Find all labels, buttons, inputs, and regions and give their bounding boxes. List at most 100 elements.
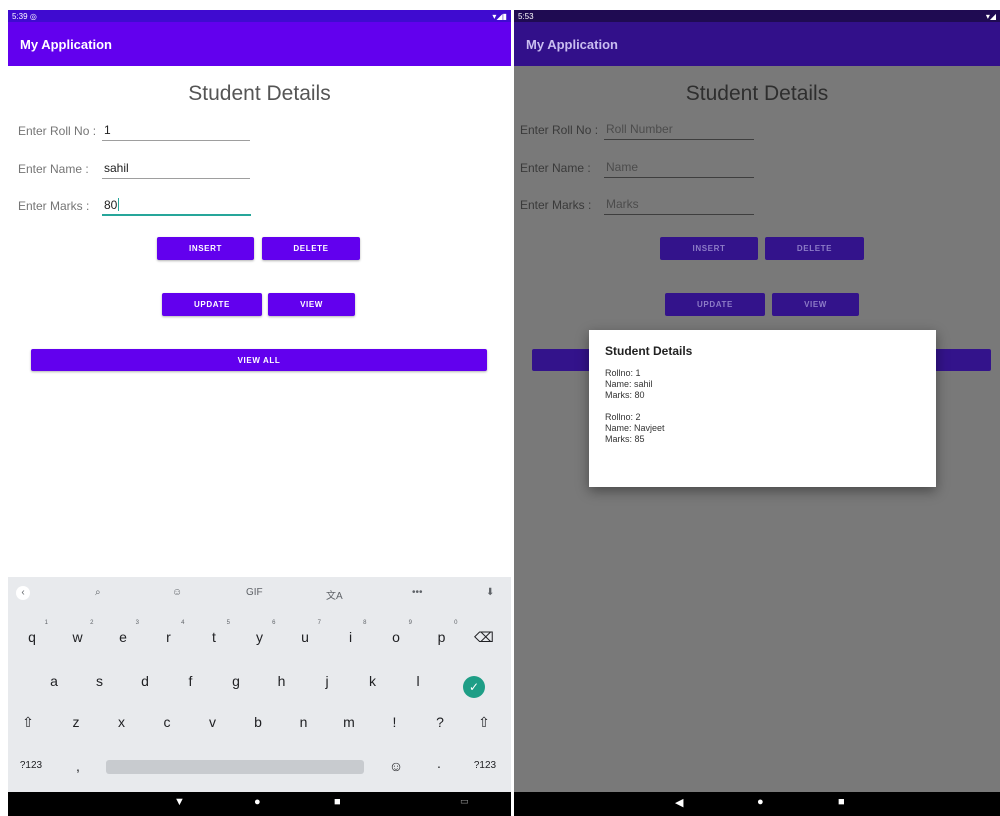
key-1-4[interactable]: g — [226, 673, 246, 689]
home-icon[interactable]: ● — [757, 796, 764, 808]
name-input[interactable]: Name — [604, 158, 754, 178]
key-hint: 3 — [135, 620, 139, 626]
key-1-2[interactable]: d — [135, 673, 155, 689]
roll-input[interactable]: 1 — [102, 121, 250, 141]
app-title: My Application — [526, 36, 618, 52]
key-2-6[interactable]: m — [339, 714, 359, 730]
shift-icon-right[interactable]: ⇧ — [474, 714, 494, 731]
key-2-8[interactable]: ? — [430, 714, 450, 730]
backspace-icon[interactable]: ⌫ — [474, 629, 494, 646]
dialog-title: Student Details — [605, 344, 693, 358]
view-button[interactable]: VIEW — [772, 293, 859, 316]
key-2-7[interactable]: ! — [385, 714, 405, 730]
insert-button[interactable]: INSERT — [157, 237, 254, 260]
recents-icon[interactable]: ■ — [838, 796, 845, 808]
key-1-1[interactable]: s — [90, 673, 110, 689]
key-label: t — [212, 629, 216, 645]
key-label: o — [392, 629, 400, 645]
translate-icon[interactable]: 文A — [326, 587, 343, 602]
roll-input[interactable]: Roll Number — [604, 120, 754, 140]
view-all-button[interactable]: VIEW ALL — [31, 349, 487, 371]
key-hint: 7 — [317, 620, 321, 626]
key-label: l — [416, 673, 420, 689]
key-0-1[interactable]: w2 — [68, 620, 93, 645]
app-title: My Application — [20, 36, 112, 52]
gif-button[interactable]: GIF — [246, 587, 263, 598]
enter-check-icon[interactable]: ✓ — [463, 676, 485, 698]
key-0-0[interactable]: q1 — [22, 620, 48, 645]
delete-button[interactable]: DELETE — [765, 237, 864, 260]
key-2-5[interactable]: n — [294, 714, 314, 730]
right-phone-screen: 5:53 ▾◢ My Application Student Details E… — [514, 10, 1000, 816]
collapse-icon[interactable]: ‹ — [16, 586, 30, 600]
key-label: a — [50, 673, 58, 689]
signal-icon: ▾◢ — [985, 11, 996, 21]
marks-input[interactable]: Marks — [604, 195, 754, 215]
record-rollno: Rollno: 2 — [605, 412, 641, 422]
status-bar: 5:39 ◎ ▾◢▮ — [8, 10, 511, 22]
marks-value: 80 — [104, 198, 118, 212]
period-key[interactable]: · — [429, 758, 449, 774]
key-1-5[interactable]: h — [272, 673, 292, 689]
symbols-key-right[interactable]: ?123 — [470, 760, 500, 771]
key-label: v — [209, 714, 216, 730]
name-label: Enter Name : — [520, 161, 591, 175]
key-1-8[interactable]: l — [408, 673, 428, 689]
key-2-0[interactable]: z — [66, 714, 86, 730]
recents-icon[interactable]: ■ — [334, 796, 341, 808]
key-hint: 6 — [272, 620, 276, 626]
update-button[interactable]: UPDATE — [665, 293, 765, 316]
status-bar: 5:53 ▾◢ — [514, 10, 1000, 22]
key-hint: 5 — [226, 620, 230, 626]
status-time: 5:39 — [12, 11, 28, 21]
emoji-icon[interactable]: ☺ — [386, 758, 406, 774]
more-icon[interactable]: ••• — [412, 587, 423, 598]
key-2-4[interactable]: b — [248, 714, 268, 730]
sticker-icon[interactable]: ☺ — [172, 587, 182, 598]
back-icon[interactable]: ◀ — [675, 796, 683, 809]
key-label: h — [277, 673, 286, 689]
shift-icon[interactable]: ⇧ — [18, 714, 38, 731]
marks-placeholder: Marks — [606, 197, 639, 211]
key-0-6[interactable]: u7 — [295, 620, 321, 645]
key-label: e — [119, 629, 127, 645]
page-title: Student Details — [685, 82, 829, 105]
back-icon[interactable]: ▼ — [174, 796, 185, 808]
key-label: k — [369, 673, 376, 689]
update-button[interactable]: UPDATE — [162, 293, 262, 316]
search-icon[interactable]: ⌕ — [95, 587, 101, 598]
key-0-7[interactable]: i8 — [341, 620, 367, 645]
record-rollno: Rollno: 1 — [605, 368, 641, 378]
key-2-1[interactable]: x — [112, 714, 132, 730]
delete-button[interactable]: DELETE — [262, 237, 360, 260]
key-1-6[interactable]: j — [317, 673, 337, 689]
key-2-2[interactable]: c — [157, 714, 177, 730]
record-name: Name: sahil — [605, 379, 653, 389]
key-label: ? — [436, 714, 444, 730]
key-0-3[interactable]: r4 — [159, 620, 184, 645]
key-label: y — [256, 629, 263, 645]
key-2-3[interactable]: v — [203, 714, 223, 730]
home-icon[interactable]: ● — [254, 796, 261, 808]
insert-button[interactable]: INSERT — [660, 237, 758, 260]
name-label: Enter Name : — [18, 162, 89, 176]
space-key[interactable] — [106, 760, 364, 774]
key-0-4[interactable]: t5 — [204, 620, 230, 645]
key-0-8[interactable]: o9 — [386, 620, 412, 645]
name-input[interactable]: sahil — [102, 159, 250, 179]
microphone-icon[interactable]: ⬇ — [486, 587, 494, 598]
keyboard-switch-icon[interactable]: ▭ — [460, 796, 469, 807]
symbols-key[interactable]: ?123 — [16, 760, 46, 771]
text-cursor — [118, 198, 120, 211]
key-1-0[interactable]: a — [44, 673, 64, 689]
comma-key[interactable]: , — [68, 758, 88, 774]
view-button[interactable]: VIEW — [268, 293, 355, 316]
key-0-2[interactable]: e3 — [113, 620, 139, 645]
key-1-7[interactable]: k — [363, 673, 383, 689]
key-0-9[interactable]: p0 — [432, 620, 458, 645]
marks-input[interactable]: 80 — [102, 196, 251, 216]
marks-label: Enter Marks : — [520, 198, 592, 212]
name-placeholder: Name — [606, 160, 639, 174]
key-0-5[interactable]: y6 — [250, 620, 276, 645]
key-1-3[interactable]: f — [181, 673, 201, 689]
